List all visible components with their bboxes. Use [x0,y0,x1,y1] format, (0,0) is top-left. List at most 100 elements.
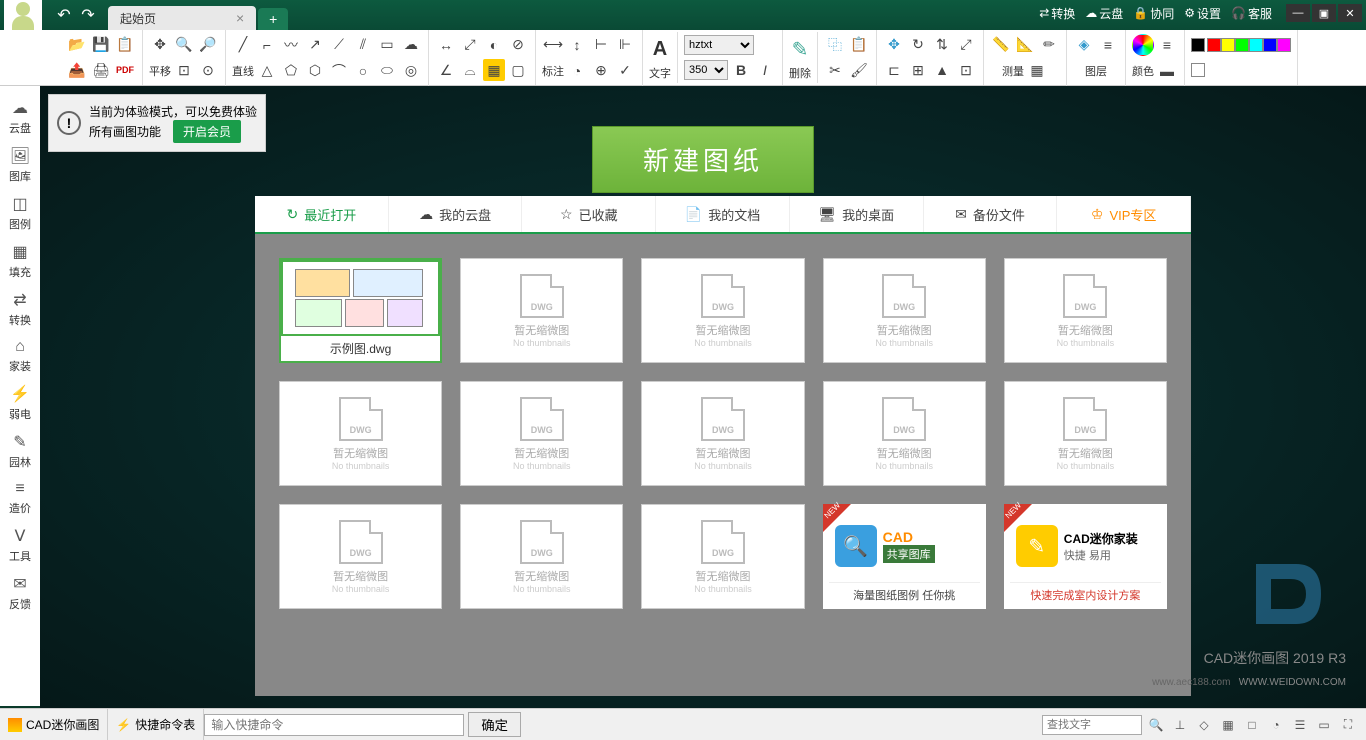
window-minimize[interactable]: — [1286,4,1310,22]
measure-dist-icon[interactable]: 📏 [990,34,1012,56]
rotate-icon[interactable]: ↻ [907,34,929,56]
offset-icon[interactable]: ⊏ [883,59,905,81]
upgrade-button[interactable]: 开启会员 [173,120,241,143]
tolerance-icon[interactable]: ⊕ [590,60,612,82]
sidebar-item-0[interactable]: ☁云盘 [2,94,38,140]
command-input[interactable] [204,714,464,736]
stretch-icon[interactable]: ⊡ [955,59,977,81]
ray-icon[interactable]: ↗ [304,34,326,56]
file-card-empty[interactable]: DWG 暂无缩微图 No thumbnails [641,258,804,363]
color-swatch[interactable] [1221,38,1235,52]
color-swatch[interactable] [1263,38,1277,52]
save-icon[interactable]: 💾 [90,34,112,56]
link-settings[interactable]: ⚙设置 [1180,3,1225,24]
color-swatch[interactable] [1207,38,1221,52]
file-card-empty[interactable]: DWG 暂无缩微图 No thumbnails [460,381,623,486]
layer-icon[interactable]: ◈ [1073,34,1095,56]
snap-toggle[interactable]: ◇ [1194,715,1214,735]
ortho-toggle[interactable]: ⊥ [1170,715,1190,735]
lineweight-icon[interactable]: ▬ [1156,60,1178,82]
scale-icon[interactable]: ⤢ [955,34,977,56]
mirror-icon[interactable]: ⇅ [931,34,953,56]
sidebar-item-9[interactable]: Ⅴ工具 [2,522,38,568]
dim-radius-icon[interactable]: ◐ [483,34,505,56]
text-icon[interactable]: A [653,34,667,64]
bold-icon[interactable]: B [730,59,752,81]
circle-icon[interactable]: ○ [352,60,374,82]
dim-v-icon[interactable]: ↕ [566,34,588,56]
region-icon[interactable]: ▢ [507,59,529,81]
fontsize-select[interactable]: 350 [684,60,728,80]
file-card-empty[interactable]: DWG 暂无缩微图 No thumbnails [641,381,804,486]
measure-area-icon[interactable]: 📐 [1014,34,1036,56]
measure-angle-icon[interactable]: ✏ [1038,34,1060,56]
pan-icon[interactable]: ✥ [149,34,171,56]
zoom-extents-icon[interactable]: ⊙ [197,60,219,82]
print-icon[interactable]: 🖨 [90,59,112,81]
layer-props-icon[interactable]: ≡ [1097,34,1119,56]
paste-icon[interactable]: 📋 [848,34,870,56]
dim-continue-icon[interactable]: ⊢ [590,34,612,56]
arc-icon[interactable]: ⌒ [328,60,350,82]
triangle-icon[interactable]: △ [256,60,278,82]
dim-aligned-icon[interactable]: ⤢ [459,34,481,56]
window-maximize[interactable]: ▣ [1312,4,1336,22]
file-card-empty[interactable]: DWG 暂无缩微图 No thumbnails [279,504,442,609]
grid-toggle[interactable]: ▦ [1218,715,1238,735]
dim-h-icon[interactable]: ⟷ [542,34,564,56]
align-icon[interactable]: ▲ [931,59,953,81]
file-tab-4[interactable]: 🖥我的桌面 [790,196,924,232]
brush-icon[interactable]: 🖌 [848,59,870,81]
cloud-icon[interactable]: ☁ [400,34,422,56]
italic-icon[interactable]: I [754,59,776,81]
link-convert[interactable]: ⇄转换 [1035,3,1079,24]
file-tab-1[interactable]: ☁我的云盘 [389,196,523,232]
file-tab-2[interactable]: ☆已收藏 [522,196,656,232]
file-card-empty[interactable]: DWG 暂无缩微图 No thumbnails [1004,258,1167,363]
hatch-icon[interactable]: ▦ [483,59,505,81]
sidebar-item-2[interactable]: ◫图例 [2,190,38,236]
link-cloud[interactable]: ☁云盘 [1081,3,1127,24]
sidebar-item-7[interactable]: ✎园林 [2,428,38,474]
ellipse-icon[interactable]: ⬭ [376,60,398,82]
rect-icon[interactable]: ▭ [376,34,398,56]
polar-toggle[interactable]: ◔ [1266,715,1286,735]
promo-home-design[interactable]: NEW ✎ CAD迷你家装快捷 易用 快速完成室内设计方案 [1004,504,1167,609]
copy-icon[interactable]: ⿻ [824,34,846,56]
dim-diameter-icon[interactable]: ⊘ [507,34,529,56]
file-tab-6[interactable]: ♔VIP专区 [1057,196,1191,232]
donut-icon[interactable]: ◎ [400,60,422,82]
cut-icon[interactable]: ✂ [824,59,846,81]
file-tab-3[interactable]: 📄我的文档 [656,196,790,232]
center-icon[interactable]: ✓ [614,60,636,82]
font-select[interactable]: hztxt [684,35,754,55]
sidebar-item-6[interactable]: ⚡弱电 [2,380,38,426]
promo-cad-library[interactable]: NEW 🔍 CAD共享图库 海量图纸图例 任你挑 [823,504,986,609]
mline-icon[interactable]: ⫽ [352,34,374,56]
osnap-toggle[interactable]: □ [1242,715,1262,735]
find-text-input[interactable] [1042,715,1142,735]
zoom-window-icon[interactable]: ⊡ [173,60,195,82]
file-card-empty[interactable]: DWG 暂无缩微图 No thumbnails [279,381,442,486]
saveas-icon[interactable]: 📋 [114,34,136,56]
file-tab-0[interactable]: ↻最近打开 [255,196,389,232]
leader-icon[interactable]: ◔ [566,60,588,82]
user-avatar[interactable] [4,0,42,34]
expand-toggle[interactable]: ⛶ [1338,715,1358,735]
color-white[interactable] [1191,63,1205,77]
measure-id-icon[interactable]: ▦ [1026,60,1048,82]
nav-back[interactable]: ↶ [52,3,76,27]
file-card-empty[interactable]: DWG 暂无缩微图 No thumbnails [460,258,623,363]
array-icon[interactable]: ⊞ [907,59,929,81]
sidebar-item-5[interactable]: ⌂家装 [2,334,38,378]
confirm-button[interactable]: 确定 [468,712,521,737]
file-card-empty[interactable]: DWG 暂无缩微图 No thumbnails [460,504,623,609]
file-card-empty[interactable]: DWG 暂无缩微图 No thumbnails [823,258,986,363]
tab-close-icon[interactable]: × [236,10,244,26]
cmd-table-button[interactable]: ⚡快捷命令表 [108,709,204,740]
color-swatch[interactable] [1249,38,1263,52]
file-card-empty[interactable]: DWG 暂无缩微图 No thumbnails [641,504,804,609]
file-card-empty[interactable]: DWG 暂无缩微图 No thumbnails [823,381,986,486]
delete-icon[interactable]: ✎ [792,34,809,64]
dim-linear-icon[interactable]: ↔ [435,34,457,56]
